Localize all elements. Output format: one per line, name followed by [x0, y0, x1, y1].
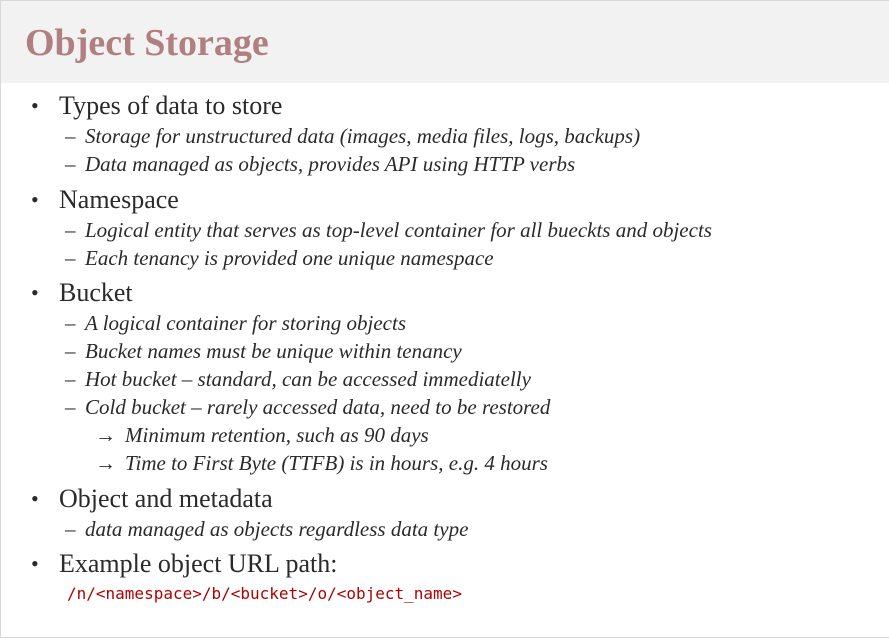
sub-bullet: – Bucket names must be unique within tena…	[65, 337, 462, 365]
bullet-namespace: • Namespace	[31, 184, 179, 216]
bullet-text: Example object URL path:	[59, 549, 338, 578]
dash-icon: –	[65, 246, 76, 270]
arrow-right-icon: →	[95, 423, 116, 447]
bullet-bucket: • Bucket	[31, 277, 133, 309]
dash-icon: –	[65, 311, 76, 335]
sub-bullet: – data managed as objects regardless data…	[65, 515, 468, 543]
bullet-text: Bucket	[59, 278, 133, 307]
dash-icon: –	[65, 152, 76, 176]
url-path-code: /n/<namespace>/b/<bucket>/o/<object_name…	[67, 584, 462, 603]
dash-icon: –	[65, 395, 76, 419]
bullet-text: Object and metadata	[59, 484, 273, 513]
sub-sub-bullet: → Minimum retention, such as 90 days	[95, 421, 429, 449]
sub-bullet-text: Hot bucket – standard, can be accessed i…	[85, 367, 531, 391]
bullet-example-url: • Example object URL path:	[31, 548, 337, 580]
sub-bullet-text: Storage for unstructured data (images, m…	[85, 124, 641, 148]
sub-sub-bullet-text: Minimum retention, such as 90 days	[125, 423, 429, 447]
bullet-text: Namespace	[59, 185, 179, 214]
sub-bullet-text: Bucket names must be unique within tenan…	[85, 339, 462, 363]
sub-bullet: – Hot bucket – standard, can be accessed …	[65, 365, 531, 393]
sub-bullet: – A logical container for storing objects	[65, 309, 406, 337]
bullet-icon: •	[31, 486, 39, 511]
sub-bullet: – Logical entity that serves as top-level…	[65, 216, 712, 244]
bullet-text: Types of data to store	[59, 91, 283, 120]
sub-bullet-text: Data managed as objects, provides API us…	[85, 152, 576, 176]
sub-sub-bullet-text: Time to First Byte (TTFB) is in hours, e…	[125, 451, 548, 475]
slide: Object Storage • Types of data to store –…	[0, 0, 889, 638]
bullet-icon: •	[31, 280, 39, 305]
sub-bullet-text: Logical entity that serves as top-level …	[85, 218, 712, 242]
bullet-object-metadata: • Object and metadata	[31, 483, 273, 515]
sub-bullet: – Cold bucket – rarely accessed data, nee…	[65, 393, 550, 421]
dash-icon: –	[65, 339, 76, 363]
sub-bullet-text: Cold bucket – rarely accessed data, need…	[85, 395, 551, 419]
bullet-icon: •	[31, 93, 39, 118]
sub-bullet: – Data managed as objects, provides API u…	[65, 150, 575, 178]
bullet-icon: •	[31, 551, 39, 576]
sub-bullet: – Each tenancy is provided one unique nam…	[65, 244, 494, 272]
sub-bullet: – Storage for unstructured data (images, …	[65, 122, 640, 150]
arrow-right-icon: →	[95, 451, 116, 475]
sub-bullet-text: Each tenancy is provided one unique name…	[85, 246, 494, 270]
bullet-types-of-data: • Types of data to store	[31, 90, 282, 122]
sub-bullet-text: A logical container for storing objects	[85, 311, 407, 335]
dash-icon: –	[65, 218, 76, 242]
bullet-icon: •	[31, 187, 39, 212]
dash-icon: –	[65, 517, 76, 541]
sub-sub-bullet: → Time to First Byte (TTFB) is in hours, …	[95, 449, 548, 477]
sub-bullet-text: data managed as objects regardless data …	[85, 517, 469, 541]
dash-icon: –	[65, 124, 76, 148]
dash-icon: –	[65, 367, 76, 391]
slide-content: • Types of data to store – Storage for uns…	[1, 1, 889, 637]
